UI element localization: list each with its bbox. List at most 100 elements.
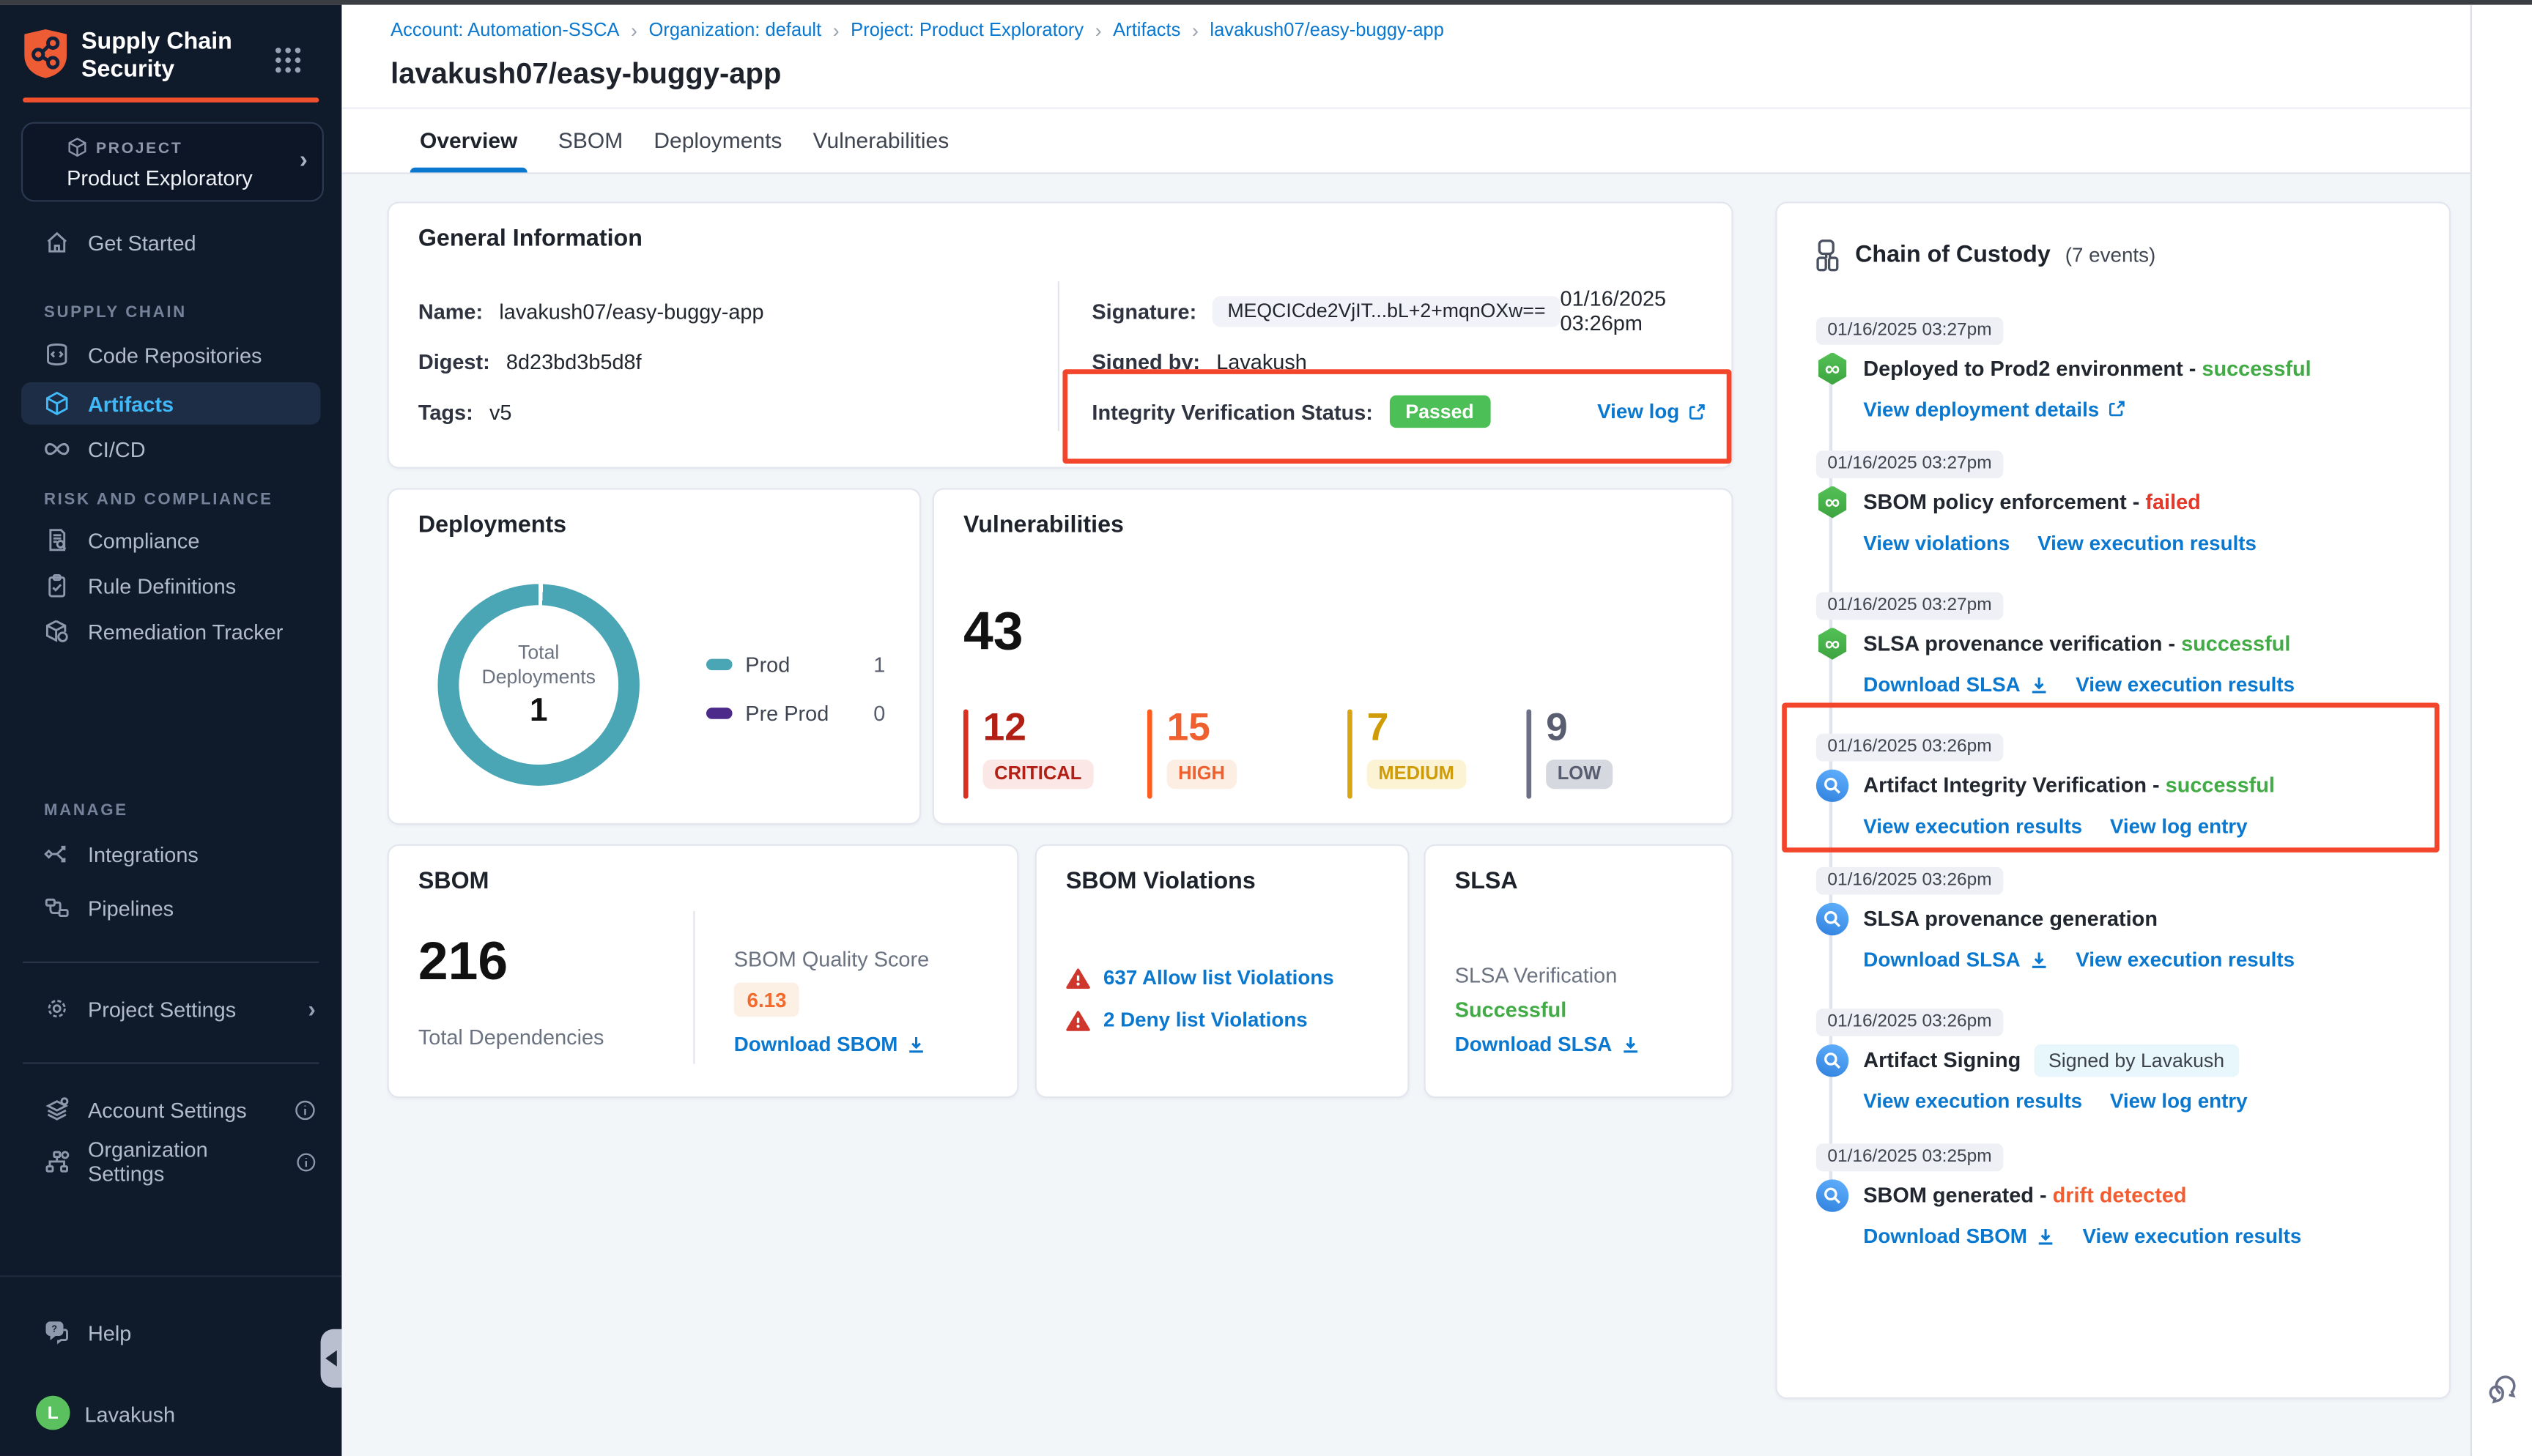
signature-date: 01/16/2025 03:26pm [1561, 286, 1706, 335]
sidebar-item-get-started[interactable]: Get Started [0, 221, 341, 264]
view-deployment-details-link[interactable]: View deployment details [1863, 398, 2125, 420]
view-violations-link[interactable]: View violations [1863, 531, 2010, 554]
card-title: SBOM [418, 869, 489, 895]
warning-icon [1066, 967, 1090, 989]
severity-high: 15 HIGH [1147, 709, 1237, 798]
allow-list-violations-link[interactable]: 637 Allow list Violations [1103, 966, 1334, 989]
user-avatar[interactable]: L [36, 1396, 70, 1430]
support-chat-icon[interactable] [2485, 1371, 2521, 1407]
low-count: 9 [1546, 709, 1613, 748]
event-timestamp: 01/16/2025 03:26pm [1816, 866, 2003, 894]
tab-sbom[interactable]: SBOM [558, 127, 623, 152]
project-selector[interactable]: PROJECT Product Exploratory › [21, 122, 324, 202]
download-sbom-link[interactable]: Download SBOM [1863, 1224, 2054, 1247]
sidebar-item-remediation-tracker[interactable]: Remediation Tracker [0, 610, 341, 653]
sidebar-item-rule-definitions[interactable]: Rule Definitions [0, 565, 341, 607]
low-badge: LOW [1546, 759, 1613, 789]
module-grid-icon[interactable] [273, 45, 303, 75]
rules-clipboard-icon [44, 573, 70, 599]
sidebar-item-help[interactable]: ? Help [0, 1311, 341, 1353]
breadcrumb-organization[interactable]: Organization: default [648, 21, 821, 41]
view-execution-results-link[interactable]: View execution results [2076, 948, 2295, 970]
panel-title: Chain of Custody [1855, 242, 2051, 269]
signed-by-value: Lavakush [1216, 349, 1307, 373]
event-title: Artifact Integrity Verification [1863, 773, 2147, 797]
view-execution-results-link[interactable]: View execution results [1863, 1089, 2082, 1112]
card-title: SBOM Violations [1066, 869, 1256, 895]
sidebar-item-label: Compliance [88, 528, 199, 552]
breadcrumb-artifacts[interactable]: Artifacts [1113, 21, 1180, 41]
chevron-right-icon: › [631, 20, 637, 42]
brand-divider [23, 97, 319, 102]
sbom-quality-score-value: 6.13 [734, 983, 800, 1017]
tab-vulnerabilities[interactable]: Vulnerabilities [813, 127, 949, 152]
sidebar-item-label: CI/CD [88, 437, 146, 461]
sidebar-item-pipelines[interactable]: Pipelines [0, 887, 341, 929]
card-title: SLSA [1455, 869, 1518, 895]
app-title: Supply Chain Security [81, 29, 260, 85]
download-slsa-link[interactable]: Download SLSA [1455, 1033, 1640, 1055]
sidebar-item-label: Code Repositories [88, 343, 262, 367]
active-tab-underline [410, 168, 528, 173]
deployments-donut-chart: Total Deployments 1 [438, 584, 640, 785]
download-slsa-link[interactable]: Download SLSA [1863, 672, 2048, 695]
pre-prod-swatch [706, 707, 733, 719]
sidebar-item-organization-settings[interactable]: Organization Settings [0, 1140, 341, 1183]
view-execution-results-link[interactable]: View execution results [1863, 814, 2082, 837]
sidebar-collapse-handle[interactable] [321, 1329, 342, 1388]
help-chat-icon: ? [44, 1319, 70, 1345]
external-link-icon [2107, 400, 2125, 417]
tags-label: Tags: [418, 399, 473, 423]
total-dependencies-value: 216 [418, 931, 508, 992]
chain-of-custody-panel: Chain of Custody (7 events) 01/16/2025 0… [1775, 201, 2451, 1399]
artifact-tags: v5 [489, 399, 512, 423]
app-window: Supply Chain Security PROJECT Product Ex… [0, 0, 2532, 1456]
view-execution-results-link[interactable]: View execution results [2076, 672, 2295, 695]
coc-event-policy: 01/16/2025 03:27pm ∞ SBOM policy enforce… [1816, 447, 2426, 554]
signed-by-badge: Signed by Lavakush [2034, 1044, 2239, 1077]
name-label: Name: [418, 299, 483, 323]
sidebar-item-label: Get Started [88, 230, 196, 254]
verification-step-icon [1816, 1044, 1848, 1076]
user-name[interactable]: Lavakush [85, 1403, 176, 1427]
event-timestamp: 01/16/2025 03:26pm [1816, 1008, 2003, 1036]
download-icon [1620, 1035, 1640, 1055]
deny-list-violations-link[interactable]: 2 Deny list Violations [1103, 1009, 1308, 1031]
tab-deployments[interactable]: Deployments [654, 127, 782, 152]
view-execution-results-link[interactable]: View execution results [2037, 531, 2257, 554]
breadcrumb-current[interactable]: lavakush07/easy-buggy-app [1210, 21, 1444, 41]
sidebar-item-integrations[interactable]: Integrations [0, 833, 341, 875]
slsa-verification-status: Successful [1455, 998, 1566, 1022]
info-icon [296, 1151, 316, 1172]
signature-value[interactable]: MEQCICde2VjIT...bL+2+mqnOXw== [1213, 295, 1560, 326]
sidebar-item-code-repositories[interactable]: Code Repositories [0, 333, 341, 376]
breadcrumb-account[interactable]: Account: Automation-SSCA [390, 21, 619, 41]
card-title: Vulnerabilities [963, 513, 1124, 539]
view-execution-results-link[interactable]: View execution results [2082, 1224, 2301, 1247]
breadcrumb-project[interactable]: Project: Product Exploratory [851, 21, 1084, 41]
legend-label: Pre Prod [745, 701, 829, 725]
sidebar-item-compliance[interactable]: Compliance [0, 519, 341, 562]
sidebar-item-cicd[interactable]: CI/CD [0, 428, 341, 470]
severity-bar [1147, 709, 1152, 798]
sidebar-item-artifacts[interactable]: Artifacts [21, 382, 321, 425]
view-log-entry-link[interactable]: View log entry [2110, 814, 2248, 837]
severity-bar [1526, 709, 1531, 798]
section-label-manage: MANAGE [44, 802, 128, 820]
tab-overview[interactable]: Overview [410, 127, 528, 152]
download-sbom-link[interactable]: Download SBOM [734, 1033, 925, 1055]
artifact-digest: 8d23bd3b5d8f [506, 349, 642, 373]
code-repo-icon [44, 341, 70, 368]
legend-item-pre-prod: Pre Prod 0 [706, 701, 885, 725]
severity-bar [1347, 709, 1352, 798]
view-log-link[interactable]: View log [1597, 400, 1706, 423]
event-status: failed [2145, 490, 2200, 514]
svg-text:?: ? [51, 1323, 57, 1334]
sidebar-item-account-settings[interactable]: Account Settings [0, 1088, 341, 1131]
event-title: SLSA provenance verification [1863, 631, 2162, 655]
download-slsa-link[interactable]: Download SLSA [1863, 948, 2048, 970]
legend-item-prod: Prod 1 [706, 653, 885, 677]
sidebar-item-label: Remediation Tracker [88, 619, 283, 643]
sidebar-item-project-settings[interactable]: Project Settings › [0, 987, 341, 1030]
view-log-entry-link[interactable]: View log entry [2110, 1089, 2248, 1112]
